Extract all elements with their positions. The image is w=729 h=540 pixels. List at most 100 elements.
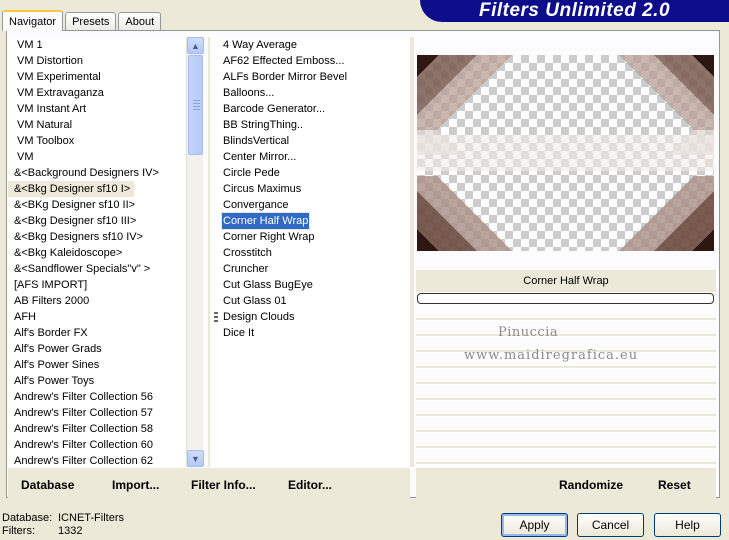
filter-info-button[interactable]: Filter Info... [191, 477, 256, 493]
filter-item-label: ALFs Border Mirror Bevel [223, 71, 348, 83]
tab-about[interactable]: About [118, 12, 162, 30]
category-item[interactable]: Andrew's Filter Collection 62 [8, 453, 203, 467]
filter-list[interactable]: 4 Way Average AF62 Effected Emboss... ALFs… [212, 37, 408, 467]
help-button[interactable]: Help [654, 513, 721, 537]
tab-navigator[interactable]: Navigator [2, 10, 64, 31]
category-item[interactable]: [AFS IMPORT] [8, 277, 203, 293]
filter-item[interactable]: Crosstitch [212, 245, 408, 261]
category-item[interactable]: VM 1 [8, 37, 203, 53]
category-item[interactable]: &<Bkg Kaleidoscope> [8, 245, 203, 261]
category-item[interactable]: Andrew's Filter Collection 60 [8, 437, 203, 453]
cancel-button[interactable]: Cancel [577, 513, 644, 537]
watermark-name: Pinuccia [498, 325, 559, 340]
category-item[interactable]: AB Filters 2000 [8, 293, 203, 309]
parameter-area [416, 306, 716, 466]
filter-item-label: Barcode Generator... [223, 103, 326, 115]
list-divider [410, 37, 414, 467]
filter-item-label: BB StringThing.. [223, 119, 304, 131]
filter-item[interactable]: Cruncher [212, 261, 408, 277]
filter-item[interactable]: Dice It [212, 325, 408, 341]
filter-item[interactable]: Balloons... [212, 85, 408, 101]
tab-strip: Navigator Presets About [2, 10, 163, 31]
filter-item[interactable]: Design Clouds [212, 309, 408, 325]
category-item[interactable]: VM Natural [8, 117, 203, 133]
category-item[interactable]: AFH [8, 309, 203, 325]
filter-item-label: 4 Way Average [223, 39, 297, 51]
filter-item-label: Dice It [223, 327, 255, 339]
filter-item-label: BlindsVertical [223, 135, 290, 147]
editor-button[interactable]: Editor... [288, 477, 332, 493]
status-database: Database: ICNET-Filters [2, 512, 124, 524]
filter-item[interactable]: 4 Way Average [212, 37, 408, 53]
filter-item-label: AF62 Effected Emboss... [223, 55, 345, 67]
scroll-thumb[interactable] [188, 55, 203, 155]
preview-image [417, 55, 714, 251]
category-item[interactable]: VM Instant Art [8, 101, 203, 117]
database-button[interactable]: Database [21, 477, 74, 493]
filter-item[interactable]: Cut Glass 01 [212, 293, 408, 309]
category-item[interactable]: &<Background Designers IV> [8, 165, 203, 181]
category-item[interactable]: &<Sandflower Specials"v" > [8, 261, 203, 277]
filter-item[interactable]: BB StringThing.. [212, 117, 408, 133]
filter-item-label: Design Clouds [223, 311, 295, 323]
filter-item-label: Crosstitch [223, 247, 272, 259]
filter-item-label: Balloons... [223, 87, 275, 99]
scroll-up-button[interactable]: ▲ [187, 37, 204, 54]
scroll-down-button[interactable]: ▼ [187, 450, 204, 467]
filter-item-label: Circle Pede [223, 167, 280, 179]
filter-item[interactable]: ALFs Border Mirror Bevel [212, 69, 408, 85]
status-filters-value: 1332 [58, 525, 83, 537]
category-item[interactable]: VM Distortion [8, 53, 203, 69]
progress-bar [417, 293, 714, 304]
filter-item-label: Circus Maximus [223, 183, 302, 195]
category-item[interactable]: VM Experimental [8, 69, 203, 85]
status-database-label: Database: [2, 512, 53, 524]
apply-button[interactable]: Apply [501, 513, 568, 537]
filter-item[interactable]: Barcode Generator... [212, 101, 408, 117]
watermark-url: www.maidiregrafica.eu [464, 348, 639, 363]
filter-item-label: Center Mirror... [223, 151, 297, 163]
selected-filter-name: Corner Half Wrap [416, 270, 716, 292]
category-item[interactable]: &<Bkg Designer sf10 I> [8, 181, 135, 197]
category-item[interactable]: Andrew's Filter Collection 56 [8, 389, 203, 405]
category-list[interactable]: VM 1 VM Distortion VM Experimental VM Extra… [8, 37, 203, 467]
category-item[interactable]: Andrew's Filter Collection 58 [8, 421, 203, 437]
category-item[interactable]: VM [8, 149, 203, 165]
filter-item-label: Cut Glass BugEye [223, 279, 313, 291]
drag-handle-icon [214, 312, 218, 322]
filter-item[interactable]: Convergance [212, 197, 408, 213]
list-divider [208, 37, 210, 467]
category-item[interactable]: &<BKg Designer sf10 II> [8, 197, 203, 213]
import-button[interactable]: Import... [112, 477, 159, 493]
filter-item-label: Corner Half Wrap [220, 212, 311, 230]
filter-item[interactable]: AF62 Effected Emboss... [212, 53, 408, 69]
randomize-button[interactable]: Randomize [559, 477, 623, 493]
filter-item[interactable]: Center Mirror... [212, 149, 408, 165]
category-item[interactable]: &<Bkg Designers sf10 IV> [8, 229, 203, 245]
category-item[interactable]: Alf's Power Sines [8, 357, 203, 373]
filter-item-label: Convergance [223, 199, 289, 211]
category-item[interactable]: &<Bkg Designer sf10 III> [8, 213, 203, 229]
filter-item-label: Cut Glass 01 [223, 295, 287, 307]
filter-item[interactable]: BlindsVertical [212, 133, 408, 149]
status-filters-label: Filters: [2, 525, 35, 537]
reset-button[interactable]: Reset [658, 477, 691, 493]
category-item[interactable]: Alf's Border FX [8, 325, 203, 341]
category-item[interactable]: Andrew's Filter Collection 57 [8, 405, 203, 421]
filter-item-label: Corner Right Wrap [223, 231, 315, 243]
category-item[interactable]: Alf's Power Grads [8, 341, 203, 357]
tab-presets[interactable]: Presets [65, 12, 117, 30]
filter-item-label: Cruncher [223, 263, 269, 275]
filter-item[interactable]: Cut Glass BugEye [212, 277, 408, 293]
filter-item[interactable]: Corner Half Wrap [212, 212, 408, 230]
category-item[interactable]: VM Extravaganza [8, 85, 203, 101]
category-scrollbar[interactable]: ▲ ▼ [186, 37, 204, 467]
status-filters: Filters: 1332 [2, 525, 82, 537]
filter-item[interactable]: Corner Right Wrap [212, 229, 408, 245]
app-banner: Filters Unlimited 2.0 [420, 0, 729, 22]
status-database-value: ICNET-Filters [58, 512, 124, 524]
category-item[interactable]: VM Toolbox [8, 133, 203, 149]
filter-item[interactable]: Circle Pede [212, 165, 408, 181]
filter-item[interactable]: Circus Maximus [212, 181, 408, 197]
category-item[interactable]: Alf's Power Toys [8, 373, 203, 389]
